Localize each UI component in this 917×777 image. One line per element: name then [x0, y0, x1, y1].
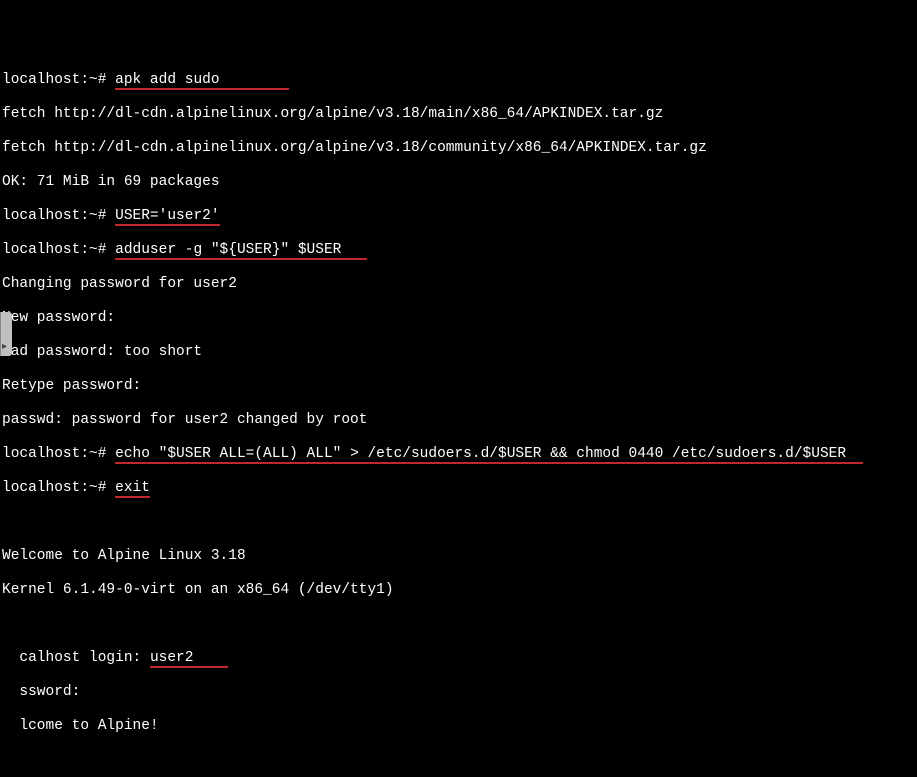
terminal-line: [2, 514, 915, 531]
terminal-line: [2, 752, 915, 769]
terminal-output: localhost:~# apk add sudo fetch http://d…: [0, 34, 917, 777]
terminal-line: Changing password for user2: [2, 276, 915, 293]
terminal-line: localhost:~# exit: [2, 480, 915, 497]
terminal-line: ssword:: [2, 684, 915, 701]
terminal-line: [2, 616, 915, 633]
underline-cmd: adduser -g "${USER}" $USER: [115, 242, 367, 260]
terminal-line: localhost:~# apk add sudo: [2, 72, 915, 89]
terminal-line: lcome to Alpine!: [2, 718, 915, 735]
underline-cmd: echo "$USER ALL=(ALL) ALL" > /etc/sudoer…: [115, 446, 863, 464]
underline-login: user2: [150, 650, 228, 668]
terminal-line: localhost:~# adduser -g "${USER}" $USER: [2, 242, 915, 259]
terminal-line: fetch http://dl-cdn.alpinelinux.org/alpi…: [2, 140, 915, 157]
terminal-line: localhost:~# echo "$USER ALL=(ALL) ALL" …: [2, 446, 915, 463]
terminal-line: Bad password: too short: [2, 344, 915, 361]
underline-cmd: apk add sudo: [115, 72, 289, 90]
underline-cmd: USER='user2': [115, 208, 219, 226]
underline-cmd: exit: [115, 480, 150, 498]
terminal-line: Retype password:: [2, 378, 915, 395]
terminal-line: localhost:~# USER='user2': [2, 208, 915, 225]
side-widget-handle[interactable]: [0, 312, 12, 356]
terminal-line: Kernel 6.1.49-0-virt on an x86_64 (/dev/…: [2, 582, 915, 599]
terminal-line: Welcome to Alpine Linux 3.18: [2, 548, 915, 565]
terminal-line: passwd: password for user2 changed by ro…: [2, 412, 915, 429]
terminal-line: OK: 71 MiB in 69 packages: [2, 174, 915, 191]
terminal-line: New password:: [2, 310, 915, 327]
terminal-line: fetch http://dl-cdn.alpinelinux.org/alpi…: [2, 106, 915, 123]
terminal-line: calhost login: user2: [2, 650, 915, 667]
